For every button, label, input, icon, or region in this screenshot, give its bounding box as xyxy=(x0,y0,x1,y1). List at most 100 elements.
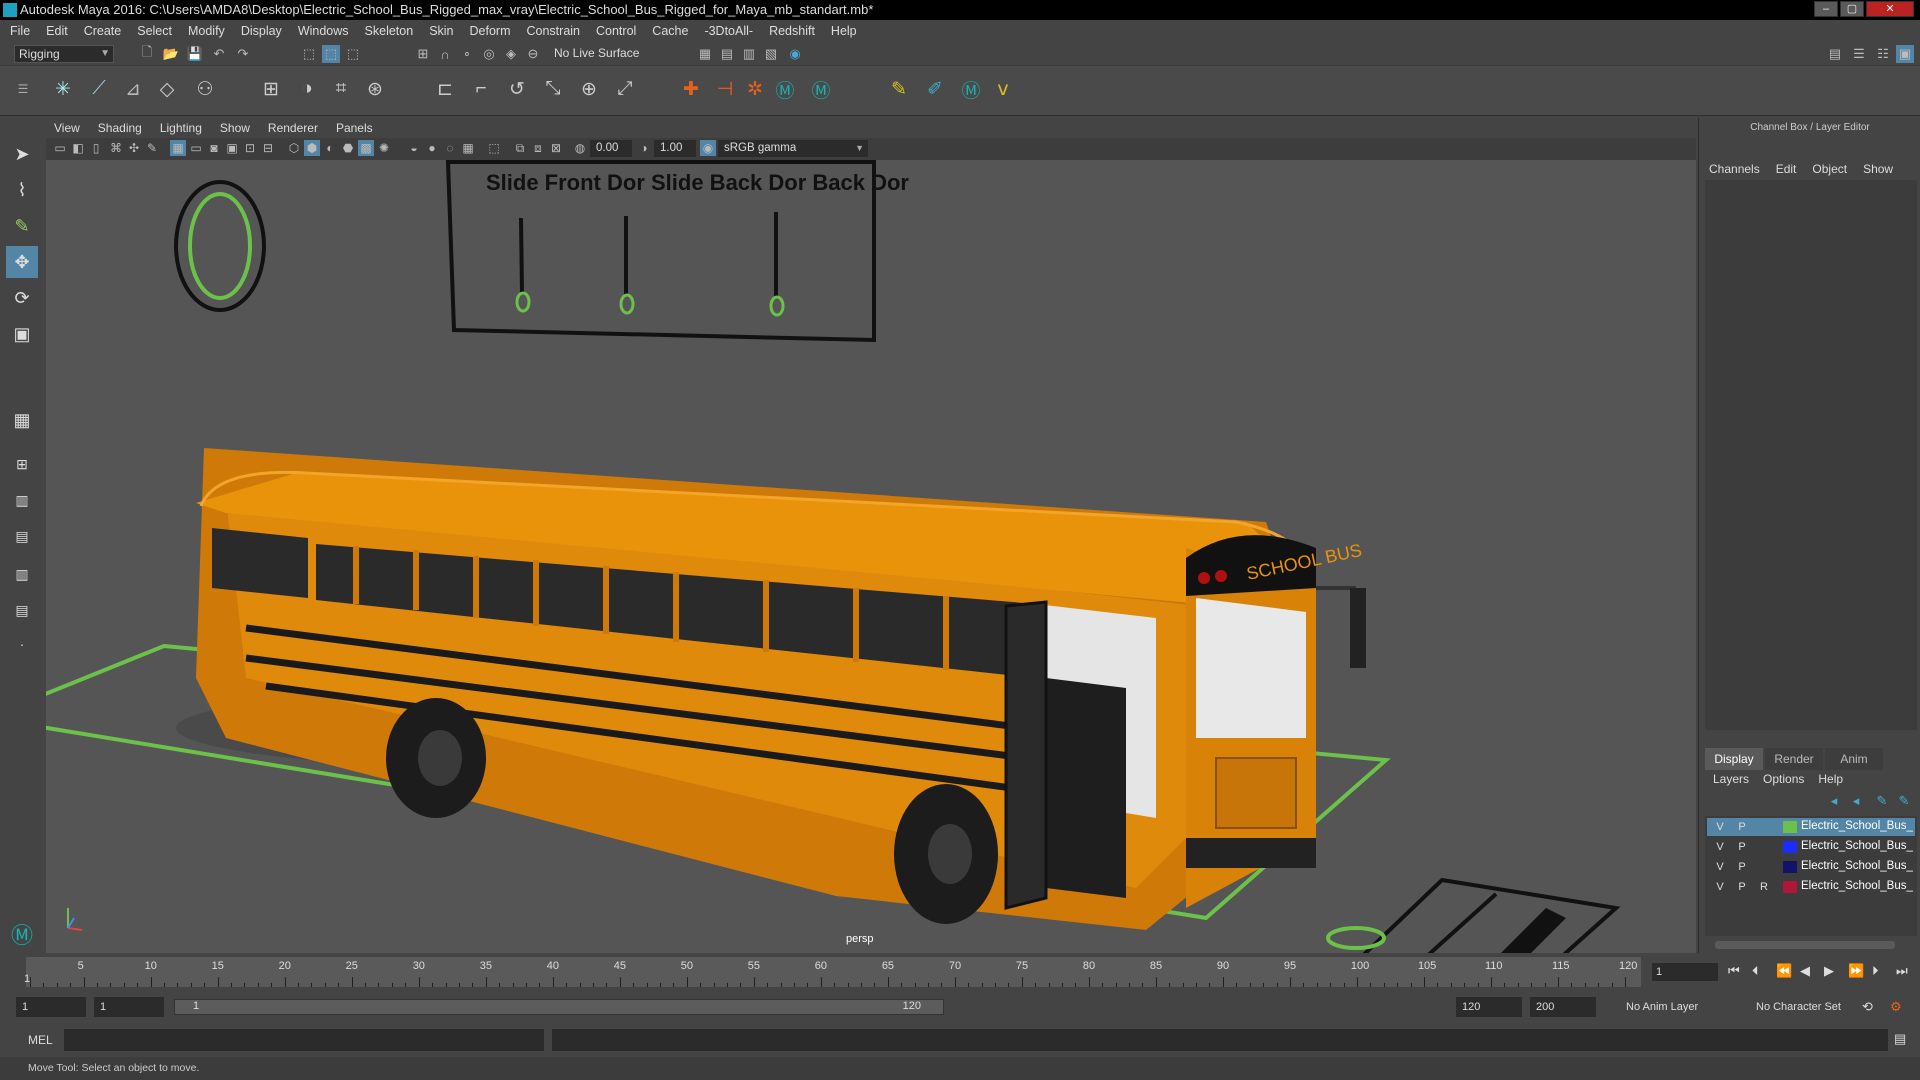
weight-brush-icon[interactable]: ✐ xyxy=(920,74,950,104)
layout-single-icon[interactable]: ▦ xyxy=(6,404,38,436)
layer-color-swatch[interactable] xyxy=(1783,881,1797,893)
wheel-control-inner[interactable] xyxy=(188,192,252,300)
layer-playback-toggle[interactable]: P xyxy=(1733,820,1751,834)
maya-tool-3-icon[interactable]: Ⓜ xyxy=(956,74,986,104)
channel-box-area[interactable] xyxy=(1705,180,1917,730)
layer-row[interactable]: V P Electric_School_Bus_Ri xyxy=(1707,818,1915,836)
step-back-frame-icon[interactable]: ⏴ xyxy=(1752,963,1759,979)
gamma-icon[interactable]: ◑ xyxy=(636,140,652,156)
menu-windows[interactable]: Windows xyxy=(298,24,349,38)
animation-preferences-icon[interactable]: ⚙ xyxy=(1890,999,1902,1015)
character-set-dropdown[interactable]: No Character Set xyxy=(1750,997,1870,1017)
xray-joints-icon[interactable]: ⧈ xyxy=(530,140,546,156)
maximize-button[interactable]: ▢ xyxy=(1840,1,1864,17)
layer-row[interactable]: V P Electric_School_Bus_Ri xyxy=(1707,858,1915,876)
le-menu-layers[interactable]: Layers xyxy=(1713,772,1749,786)
field-chart-icon[interactable]: ⊡ xyxy=(242,140,258,156)
shelf-tabs-toggle-icon[interactable]: ☰ xyxy=(8,74,38,104)
new-scene-icon[interactable]: 🗋 xyxy=(138,44,156,63)
play-forwards-icon[interactable]: ▶ xyxy=(1824,963,1834,979)
front-door-panel[interactable] xyxy=(1004,600,1048,910)
paint-select-icon[interactable]: ✎ xyxy=(6,210,38,242)
lattice-icon[interactable]: ⌗ xyxy=(326,74,356,104)
attribute-editor-icon[interactable]: ☰ xyxy=(1850,45,1868,63)
layer-visibility-toggle[interactable]: V xyxy=(1711,880,1729,894)
layer-playback-toggle[interactable]: P xyxy=(1733,840,1751,854)
layer-list-scrollbar[interactable] xyxy=(1715,941,1895,949)
vp-menu-shading[interactable]: Shading xyxy=(98,121,142,135)
menu-constrain[interactable]: Constrain xyxy=(527,24,581,38)
color-management-icon[interactable]: ◉ xyxy=(700,140,716,156)
render-frame-icon[interactable]: ▤ xyxy=(718,45,736,63)
scale-tool-icon[interactable]: ▣ xyxy=(6,318,38,350)
layer-color-swatch[interactable] xyxy=(1783,841,1797,853)
select-hierarchy-icon[interactable]: ⬚ xyxy=(300,45,318,63)
menu-deform[interactable]: Deform xyxy=(470,24,511,38)
undo-icon[interactable]: ↶ xyxy=(210,45,228,63)
menu-display[interactable]: Display xyxy=(241,24,282,38)
front-door-opening[interactable] xyxy=(1046,678,1126,898)
shadows-icon[interactable]: ◒ xyxy=(406,140,422,156)
menu-3dtoall[interactable]: -3DtoAll- xyxy=(704,24,753,38)
move-layer-up-icon[interactable]: ◂ xyxy=(1825,792,1843,810)
redo-icon[interactable]: ↷ xyxy=(234,45,252,63)
wireframe-on-shaded-icon[interactable]: ⬣ xyxy=(340,140,356,156)
layer-display-type-toggle[interactable] xyxy=(1755,820,1773,834)
blendshape-icon[interactable]: ⅴ xyxy=(988,74,1018,104)
layout-four-icon[interactable]: ⊞ xyxy=(6,448,38,480)
back-dor-slider-handle[interactable] xyxy=(515,291,531,313)
menu-cache[interactable]: Cache xyxy=(652,24,688,38)
menu-set-dropdown[interactable]: Rigging ▼ xyxy=(14,45,114,63)
snap-curve-icon[interactable]: ∩ xyxy=(436,45,454,63)
locator-attach-icon[interactable]: ⊣ xyxy=(710,74,740,104)
new-layer-icon[interactable]: ✎ xyxy=(1873,792,1891,810)
2d-pan-icon[interactable]: ✣ xyxy=(126,140,142,156)
vp-menu-renderer[interactable]: Renderer xyxy=(268,121,318,135)
locator-icon[interactable]: ✚ xyxy=(676,74,706,104)
perspective-viewport[interactable]: SCHOOL BUS Slide Front Dor Slide Back Do… xyxy=(46,118,1696,953)
orient-joint-icon[interactable]: ◇ xyxy=(152,74,182,104)
menu-redshift[interactable]: Redshift xyxy=(769,24,815,38)
aim-constraint-icon[interactable]: ⊕ xyxy=(574,74,604,104)
snap-point-icon[interactable]: ∘ xyxy=(458,45,476,63)
cb-menu-show[interactable]: Show xyxy=(1863,162,1893,176)
layer-playback-toggle[interactable]: P xyxy=(1733,860,1751,874)
cluster-icon[interactable]: ⊛ xyxy=(360,74,390,104)
mirror-joint-icon[interactable]: ⚇ xyxy=(190,74,220,104)
snap-grid-icon[interactable]: ⊞ xyxy=(414,45,432,63)
minimize-button[interactable]: – xyxy=(1814,1,1838,17)
scale-constraint-icon[interactable]: ⤡ xyxy=(538,74,568,104)
gamma-field[interactable]: 1.00 xyxy=(654,140,696,157)
layout-two-icon[interactable]: ▥ xyxy=(6,484,38,516)
animation-end-field[interactable]: 200 xyxy=(1530,997,1596,1017)
channel-box-toggle-icon[interactable]: ▣ xyxy=(1896,45,1914,63)
render-view-icon[interactable]: ▦ xyxy=(696,45,714,63)
film-gate-icon[interactable]: ▭ xyxy=(188,140,204,156)
anti-aliasing-icon[interactable]: ▦ xyxy=(460,140,476,156)
step-forward-frame-icon[interactable]: ⏵ xyxy=(1872,963,1879,979)
range-slider[interactable]: 1 120 xyxy=(174,999,944,1015)
layout-persp-graph-icon[interactable]: ▤ xyxy=(6,520,38,552)
grid-icon[interactable]: ▦ xyxy=(170,140,186,156)
layer-visibility-toggle[interactable]: V xyxy=(1711,860,1729,874)
ipr-render-icon[interactable]: ▥ xyxy=(740,45,758,63)
cb-menu-edit[interactable]: Edit xyxy=(1776,162,1797,176)
layer-row[interactable]: V P R Electric_School_Bus_Ri xyxy=(1707,878,1915,896)
isolate-select-icon[interactable]: ⬚ xyxy=(486,140,502,156)
wireframe-icon[interactable]: ⬡ xyxy=(286,140,302,156)
maya-tool-2-icon[interactable]: Ⓜ xyxy=(806,74,836,104)
vp-menu-view[interactable]: View xyxy=(54,121,80,135)
camera-attributes-icon[interactable]: ◧ xyxy=(70,140,86,156)
exposure-field[interactable]: 0.00 xyxy=(590,140,632,157)
slide-front-dor-slider-handle[interactable] xyxy=(769,295,785,317)
smooth-skin-icon[interactable]: ◑ xyxy=(292,74,322,104)
menu-help[interactable]: Help xyxy=(831,24,857,38)
anim-layer-dropdown[interactable]: No Anim Layer xyxy=(1620,997,1750,1017)
motion-blur-icon[interactable]: ◌ xyxy=(442,140,458,156)
layer-visibility-toggle[interactable]: V xyxy=(1711,840,1729,854)
layout-hypershade-icon[interactable]: ▤ xyxy=(6,594,38,626)
maya-tool-1-icon[interactable]: Ⓜ xyxy=(770,74,800,104)
smooth-shade-icon[interactable]: ⬢ xyxy=(304,140,320,156)
ik-handle-icon[interactable]: ⟋ xyxy=(84,74,114,104)
cb-menu-channels[interactable]: Channels xyxy=(1709,162,1760,176)
